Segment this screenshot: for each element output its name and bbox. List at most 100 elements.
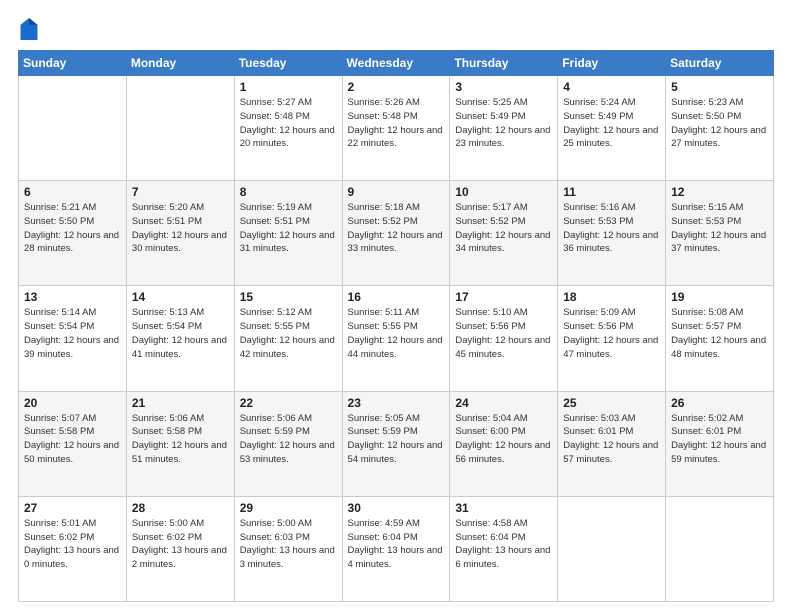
day-number: 10 — [455, 185, 552, 199]
day-number: 3 — [455, 80, 552, 94]
calendar-header-monday: Monday — [126, 51, 234, 76]
day-number: 29 — [240, 501, 337, 515]
calendar-cell — [558, 496, 666, 601]
calendar-cell: 30 Sunrise: 4:59 AM Sunset: 6:04 PM Dayli… — [342, 496, 450, 601]
calendar-cell — [19, 76, 127, 181]
day-detail: Sunrise: 5:02 AM Sunset: 6:01 PM Dayligh… — [671, 412, 768, 467]
page: SundayMondayTuesdayWednesdayThursdayFrid… — [0, 0, 792, 612]
week-row-2: 6Sunrise: 5:21 AM Sunset: 5:50 PM Daylig… — [19, 181, 774, 286]
calendar-header-row: SundayMondayTuesdayWednesdayThursdayFrid… — [19, 51, 774, 76]
day-detail: Sunrise: 5:09 AM Sunset: 5:56 PM Dayligh… — [563, 306, 660, 361]
day-detail: Sunrise: 5:12 AM Sunset: 5:55 PM Dayligh… — [240, 306, 337, 361]
calendar-cell: 18Sunrise: 5:09 AM Sunset: 5:56 PM Dayli… — [558, 286, 666, 391]
day-detail: Sunrise: 5:07 AM Sunset: 5:58 PM Dayligh… — [24, 412, 121, 467]
day-detail: Sunrise: 4:58 AM Sunset: 6:04 PM Dayligh… — [455, 517, 552, 572]
day-detail: Sunrise: 4:59 AM Sunset: 6:04 PM Dayligh… — [348, 517, 445, 572]
day-number: 17 — [455, 290, 552, 304]
day-detail: Sunrise: 5:14 AM Sunset: 5:54 PM Dayligh… — [24, 306, 121, 361]
day-number: 7 — [132, 185, 229, 199]
calendar-header-tuesday: Tuesday — [234, 51, 342, 76]
calendar-cell: 26Sunrise: 5:02 AM Sunset: 6:01 PM Dayli… — [666, 391, 774, 496]
calendar-cell: 28 Sunrise: 5:00 AM Sunset: 6:02 PM Dayli… — [126, 496, 234, 601]
calendar-header-sunday: Sunday — [19, 51, 127, 76]
day-detail: Sunrise: 5:20 AM Sunset: 5:51 PM Dayligh… — [132, 201, 229, 256]
calendar-cell: 19Sunrise: 5:08 AM Sunset: 5:57 PM Dayli… — [666, 286, 774, 391]
day-number: 23 — [348, 396, 445, 410]
calendar-header-wednesday: Wednesday — [342, 51, 450, 76]
day-number: 30 — [348, 501, 445, 515]
calendar-cell: 3 Sunrise: 5:25 AM Sunset: 5:49 PM Daylig… — [450, 76, 558, 181]
calendar-cell: 9 Sunrise: 5:18 AM Sunset: 5:52 PM Daylig… — [342, 181, 450, 286]
day-number: 14 — [132, 290, 229, 304]
day-number: 20 — [24, 396, 121, 410]
calendar-cell: 22 Sunrise: 5:06 AM Sunset: 5:59 PM Dayli… — [234, 391, 342, 496]
calendar-cell: 27 Sunrise: 5:01 AM Sunset: 6:02 PM Dayli… — [19, 496, 127, 601]
day-detail: Sunrise: 5:18 AM Sunset: 5:52 PM Dayligh… — [348, 201, 445, 256]
day-number: 12 — [671, 185, 768, 199]
day-detail: Sunrise: 5:10 AM Sunset: 5:56 PM Dayligh… — [455, 306, 552, 361]
day-number: 22 — [240, 396, 337, 410]
calendar-cell: 6Sunrise: 5:21 AM Sunset: 5:50 PM Daylig… — [19, 181, 127, 286]
day-number: 21 — [132, 396, 229, 410]
day-number: 19 — [671, 290, 768, 304]
day-detail: Sunrise: 5:15 AM Sunset: 5:53 PM Dayligh… — [671, 201, 768, 256]
calendar-header-thursday: Thursday — [450, 51, 558, 76]
day-detail: Sunrise: 5:00 AM Sunset: 6:02 PM Dayligh… — [132, 517, 229, 572]
day-detail: Sunrise: 5:13 AM Sunset: 5:54 PM Dayligh… — [132, 306, 229, 361]
day-number: 13 — [24, 290, 121, 304]
day-detail: Sunrise: 5:04 AM Sunset: 6:00 PM Dayligh… — [455, 412, 552, 467]
calendar-cell: 16 Sunrise: 5:11 AM Sunset: 5:55 PM Dayli… — [342, 286, 450, 391]
day-number: 28 — [132, 501, 229, 515]
calendar-header-saturday: Saturday — [666, 51, 774, 76]
calendar-cell: 13 Sunrise: 5:14 AM Sunset: 5:54 PM Dayli… — [19, 286, 127, 391]
day-number: 24 — [455, 396, 552, 410]
calendar-cell: 5Sunrise: 5:23 AM Sunset: 5:50 PM Daylig… — [666, 76, 774, 181]
day-number: 1 — [240, 80, 337, 94]
day-detail: Sunrise: 5:06 AM Sunset: 5:58 PM Dayligh… — [132, 412, 229, 467]
calendar-cell: 10 Sunrise: 5:17 AM Sunset: 5:52 PM Dayli… — [450, 181, 558, 286]
logo — [18, 18, 42, 40]
calendar-cell: 29 Sunrise: 5:00 AM Sunset: 6:03 PM Dayli… — [234, 496, 342, 601]
day-detail: Sunrise: 5:06 AM Sunset: 5:59 PM Dayligh… — [240, 412, 337, 467]
day-detail: Sunrise: 5:16 AM Sunset: 5:53 PM Dayligh… — [563, 201, 660, 256]
calendar-cell: 21 Sunrise: 5:06 AM Sunset: 5:58 PM Dayli… — [126, 391, 234, 496]
calendar-cell — [666, 496, 774, 601]
calendar-cell: 2Sunrise: 5:26 AM Sunset: 5:48 PM Daylig… — [342, 76, 450, 181]
day-detail: Sunrise: 5:17 AM Sunset: 5:52 PM Dayligh… — [455, 201, 552, 256]
calendar-cell: 1 Sunrise: 5:27 AM Sunset: 5:48 PM Daylig… — [234, 76, 342, 181]
day-detail: Sunrise: 5:23 AM Sunset: 5:50 PM Dayligh… — [671, 96, 768, 151]
day-detail: Sunrise: 5:03 AM Sunset: 6:01 PM Dayligh… — [563, 412, 660, 467]
day-number: 27 — [24, 501, 121, 515]
day-number: 6 — [24, 185, 121, 199]
calendar-cell: 20 Sunrise: 5:07 AM Sunset: 5:58 PM Dayli… — [19, 391, 127, 496]
calendar-cell: 25 Sunrise: 5:03 AM Sunset: 6:01 PM Dayli… — [558, 391, 666, 496]
week-row-5: 27 Sunrise: 5:01 AM Sunset: 6:02 PM Dayli… — [19, 496, 774, 601]
day-number: 8 — [240, 185, 337, 199]
day-number: 4 — [563, 80, 660, 94]
calendar-cell: 24 Sunrise: 5:04 AM Sunset: 6:00 PM Dayli… — [450, 391, 558, 496]
day-number: 25 — [563, 396, 660, 410]
week-row-4: 20 Sunrise: 5:07 AM Sunset: 5:58 PM Dayli… — [19, 391, 774, 496]
day-detail: Sunrise: 5:24 AM Sunset: 5:49 PM Dayligh… — [563, 96, 660, 151]
calendar-cell: 23Sunrise: 5:05 AM Sunset: 5:59 PM Dayli… — [342, 391, 450, 496]
calendar-cell: 8 Sunrise: 5:19 AM Sunset: 5:51 PM Daylig… — [234, 181, 342, 286]
calendar-cell: 15 Sunrise: 5:12 AM Sunset: 5:55 PM Dayli… — [234, 286, 342, 391]
day-detail: Sunrise: 5:25 AM Sunset: 5:49 PM Dayligh… — [455, 96, 552, 151]
week-row-3: 13 Sunrise: 5:14 AM Sunset: 5:54 PM Dayli… — [19, 286, 774, 391]
calendar-cell: 17 Sunrise: 5:10 AM Sunset: 5:56 PM Dayli… — [450, 286, 558, 391]
day-detail: Sunrise: 5:00 AM Sunset: 6:03 PM Dayligh… — [240, 517, 337, 572]
day-detail: Sunrise: 5:27 AM Sunset: 5:48 PM Dayligh… — [240, 96, 337, 151]
calendar-header-friday: Friday — [558, 51, 666, 76]
generalblue-icon — [20, 18, 38, 40]
day-number: 9 — [348, 185, 445, 199]
calendar-cell: 7 Sunrise: 5:20 AM Sunset: 5:51 PM Daylig… — [126, 181, 234, 286]
calendar-cell: 4 Sunrise: 5:24 AM Sunset: 5:49 PM Daylig… — [558, 76, 666, 181]
day-number: 11 — [563, 185, 660, 199]
day-detail: Sunrise: 5:01 AM Sunset: 6:02 PM Dayligh… — [24, 517, 121, 572]
day-detail: Sunrise: 5:11 AM Sunset: 5:55 PM Dayligh… — [348, 306, 445, 361]
calendar-cell: 11 Sunrise: 5:16 AM Sunset: 5:53 PM Dayli… — [558, 181, 666, 286]
day-number: 16 — [348, 290, 445, 304]
day-number: 15 — [240, 290, 337, 304]
calendar-cell: 31Sunrise: 4:58 AM Sunset: 6:04 PM Dayli… — [450, 496, 558, 601]
day-detail: Sunrise: 5:19 AM Sunset: 5:51 PM Dayligh… — [240, 201, 337, 256]
